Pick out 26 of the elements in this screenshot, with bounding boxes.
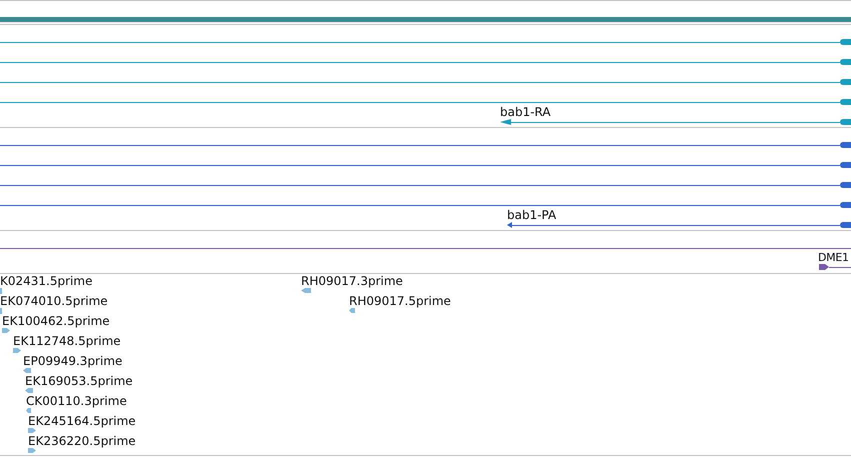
est-label: EP09949.3prime [23, 354, 122, 368]
est-label: CK00110.3prime [26, 394, 127, 408]
est-label: EK074010.5prime [0, 294, 108, 308]
protein-drawing[interactable] [507, 222, 851, 228]
est-label: EK100462.5prime [2, 314, 110, 328]
protein-drawing[interactable] [0, 202, 851, 208]
region-drawing[interactable] [0, 245, 851, 251]
transcript-drawing[interactable] [0, 59, 851, 65]
est-label: EK236220.5prime [28, 434, 136, 448]
protein-drawing[interactable] [0, 162, 851, 168]
protein-drawing[interactable] [0, 182, 851, 188]
est-label: EK169053.5prime [25, 374, 133, 388]
transcript-drawing[interactable] [500, 119, 851, 125]
est-label: EK245164.5prime [28, 414, 136, 428]
region-drawing[interactable] [819, 264, 851, 270]
est-label: RH09017.3prime [301, 274, 403, 288]
protein-drawing[interactable] [0, 142, 851, 148]
transcript-drawing[interactable] [0, 99, 851, 105]
transcript-drawing[interactable] [0, 39, 851, 45]
region-label: DME1 [818, 251, 849, 265]
est-label: EK112748.5prime [13, 334, 121, 348]
transcript-drawing[interactable] [0, 79, 851, 85]
est-label: RH09017.5prime [349, 294, 451, 308]
transcript-label: bab1-RA [500, 105, 551, 119]
est-label: K02431.5prime [0, 274, 92, 288]
protein-label: bab1-PA [507, 208, 556, 222]
